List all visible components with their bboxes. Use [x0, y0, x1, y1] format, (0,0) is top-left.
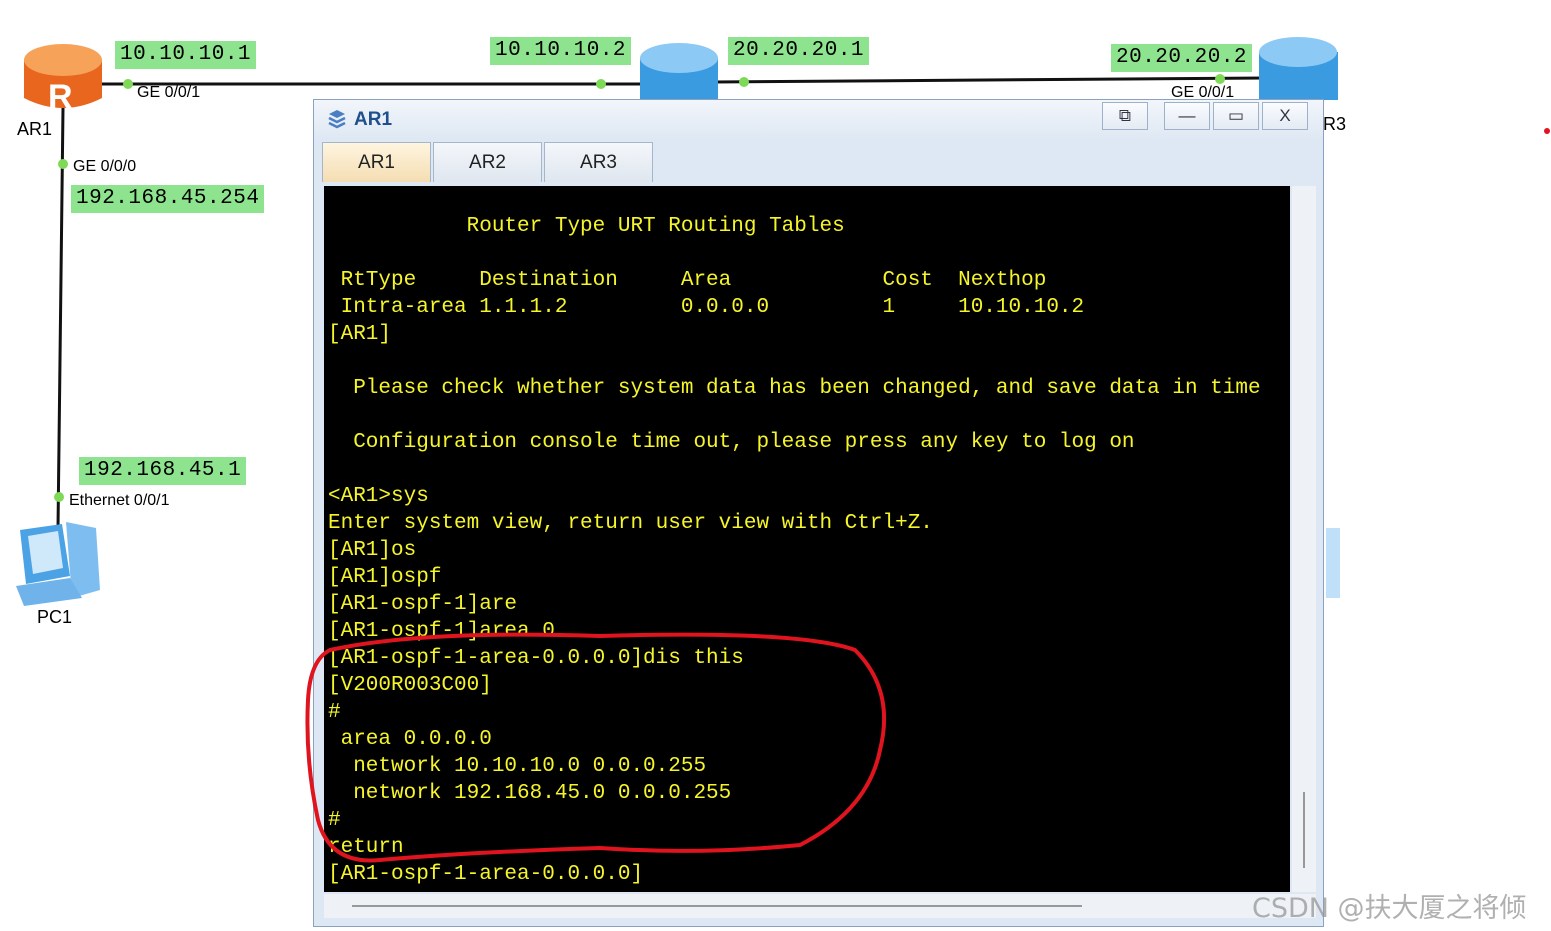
terminal-line: [AR1-ospf-1]area 0 — [328, 620, 555, 643]
port-dot — [1215, 74, 1225, 84]
tab-ar3[interactable]: AR3 — [544, 142, 653, 182]
window-title: AR1 — [354, 109, 393, 130]
port-dot — [596, 79, 606, 89]
port-label-pc1-eth001: Ethernet 0/0/1 — [69, 492, 170, 509]
red-marker — [1544, 128, 1550, 134]
terminal-line: Configuration console time out, please p… — [328, 431, 1135, 454]
port-dot — [58, 159, 68, 169]
terminal-line: Router Type URT Routing Tables — [328, 215, 845, 238]
terminal-line: return — [328, 836, 404, 859]
terminal-output[interactable]: Router Type URT Routing Tables RtType De… — [324, 186, 1290, 892]
pc-icon-partial — [1326, 528, 1340, 598]
ip-label-pc1: 192.168.45.1 — [79, 457, 247, 485]
terminal-line: <AR1>sys — [328, 485, 429, 508]
vertical-scroll-thumb[interactable] — [1303, 792, 1305, 868]
link-ar2-ar3 — [714, 76, 1266, 84]
terminal-line: [AR1]os — [328, 539, 417, 562]
router-ar2-icon[interactable] — [640, 43, 718, 100]
tab-ar2[interactable]: AR2 — [433, 142, 542, 182]
terminal-line: # — [328, 701, 341, 724]
ip-label-ar1-ge000: 192.168.45.254 — [71, 185, 265, 213]
port-dot — [739, 77, 749, 87]
maximize-icon: ▭ — [1227, 106, 1245, 125]
port-label-ar1-ge000: GE 0/0/0 — [73, 158, 137, 175]
title-bar[interactable]: AR1 ⧉ — ▭ X — [314, 100, 1323, 138]
terminal-line: [V200R003C00] — [328, 674, 492, 697]
watermark: CSDN @扶大厦之将倾 — [1252, 893, 1527, 924]
terminal-line: area 0.0.0.0 — [328, 728, 492, 751]
terminal-line: [AR1-ospf-1]are — [328, 593, 518, 616]
terminal-line: Intra-area 1.1.1.2 0.0.0.0 1 10.10.10.2 — [328, 296, 1085, 319]
maximize-button[interactable]: ▭ — [1213, 102, 1259, 130]
device-tabs: AR1 AR2 AR3 — [322, 140, 1323, 184]
terminal-line: Please check whether system data has bee… — [328, 377, 1261, 400]
ip-label-ar2-ge000: 10.10.10.2 — [490, 37, 632, 65]
terminal-line: RtType Destination Area Cost Nexthop — [328, 269, 1047, 292]
terminal-line: # — [328, 809, 341, 832]
minimize-button[interactable]: — — [1164, 102, 1210, 130]
horizontal-scroll-thumb[interactable] — [352, 905, 1082, 907]
link-ar1-pc1 — [56, 107, 65, 529]
close-button[interactable]: X — [1262, 102, 1308, 130]
terminal-line: Enter system view, return user view with… — [328, 512, 933, 535]
terminal-window[interactable]: AR1 ⧉ — ▭ X AR1 AR2 AR3 Router Type URT … — [313, 99, 1324, 927]
port-dot — [54, 492, 64, 502]
horizontal-scrollbar[interactable] — [324, 894, 1316, 918]
console-app-icon — [328, 110, 346, 129]
restore-icon: ⧉ — [1118, 106, 1132, 125]
ip-label-ar3-ge001: 20.20.20.2 — [1111, 44, 1253, 72]
svg-text:R: R — [48, 78, 73, 116]
router-ar1-icon[interactable]: R — [24, 44, 102, 116]
port-dot — [123, 79, 133, 89]
pc1-icon[interactable] — [16, 522, 100, 606]
terminal-line: [AR1-ospf-1-area-0.0.0.0]dis this — [328, 647, 744, 670]
terminal-line: [AR1-ospf-1-area-0.0.0.0] — [328, 863, 644, 886]
terminal-line: network 192.168.45.0 0.0.0.255 — [328, 782, 732, 805]
restore-button[interactable]: ⧉ — [1102, 102, 1148, 130]
ip-label-ar2-ge001: 20.20.20.1 — [728, 37, 870, 65]
tab-ar1[interactable]: AR1 — [322, 142, 431, 182]
terminal-line: [AR1] — [328, 323, 392, 346]
ip-label-ar1-ge001: 10.10.10.1 — [115, 41, 257, 69]
device-label-pc1: PC1 — [37, 607, 73, 627]
close-icon: X — [1279, 106, 1291, 125]
terminal-line: [AR1]ospf — [328, 566, 442, 589]
minimize-icon: — — [1178, 106, 1196, 125]
router-ar3-icon[interactable] — [1259, 37, 1338, 100]
device-label-ar1: AR1 — [17, 119, 53, 139]
terminal-line: network 10.10.10.0 0.0.0.255 — [328, 755, 707, 778]
vertical-scrollbar[interactable] — [1292, 186, 1316, 892]
port-label-ar1-ge001: GE 0/0/1 — [137, 84, 201, 101]
port-label-ar3-ge001: GE 0/0/1 — [1171, 84, 1235, 98]
